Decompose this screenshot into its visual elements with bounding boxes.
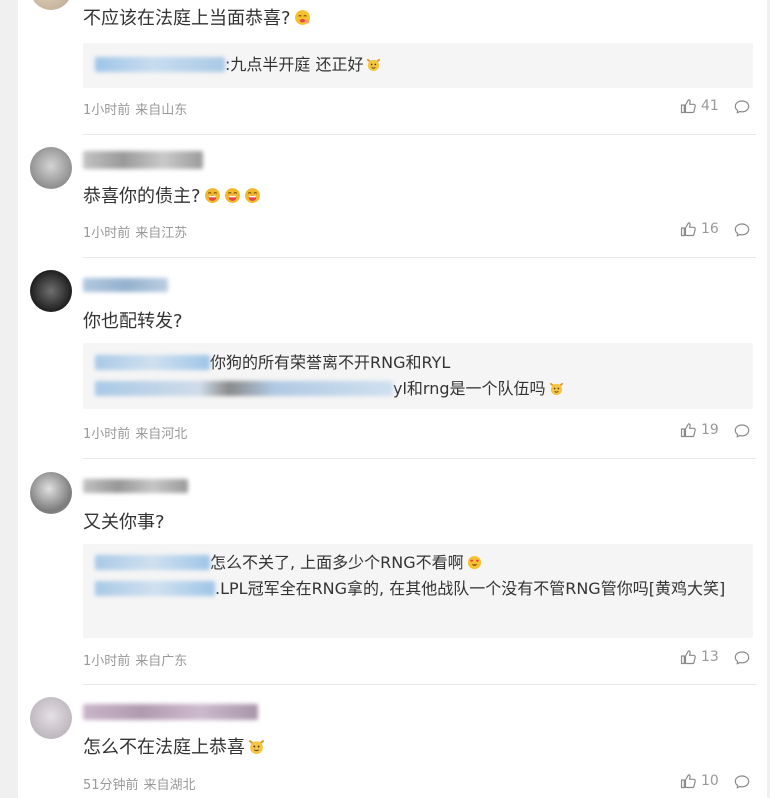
reply-username[interactable] — [95, 555, 210, 570]
comment-bubble-icon[interactable] — [734, 222, 750, 238]
user-avatar[interactable] — [30, 697, 72, 739]
reply-line: :九点半开庭 还正好 — [95, 54, 381, 76]
comment-text: 你也配转发? — [83, 311, 183, 332]
laughing-face-icon — [204, 187, 221, 204]
like-button[interactable]: 16 — [680, 221, 719, 237]
drooling-face-icon — [294, 9, 311, 26]
reply-username[interactable] — [95, 57, 225, 72]
reply-preview[interactable]: 你狗的所有荣誉离不开RNG和RYL yl和rng是一个队伍吗 — [83, 343, 753, 409]
laughing-face-icon — [244, 187, 261, 204]
comment-text: 怎么不在法庭上恭喜 — [83, 736, 265, 760]
comment-1: 不应该在法庭上当面恭喜? :九点半开庭 还正好 1小时前 来自山东 41 — [18, 0, 767, 134]
comment-bubble-icon[interactable] — [734, 650, 750, 666]
comment-meta: 1小时前 来自河北 — [83, 427, 188, 442]
dog-face-icon — [549, 381, 564, 396]
thumbs-up-icon — [680, 773, 696, 789]
like-count: 10 — [701, 773, 719, 789]
reply-line: 怎么不关了, 上面多少个RNG不看啊 — [95, 552, 482, 574]
reply-line: yl和rng是一个队伍吗 — [95, 378, 564, 400]
comment-2: 恭喜你的债主? 1小时前 来自江苏 16 — [18, 135, 767, 257]
like-count: 13 — [701, 649, 719, 665]
thumbs-up-icon — [680, 649, 696, 665]
reply-username[interactable] — [95, 355, 210, 370]
heart-eyes-face-icon — [467, 555, 482, 570]
comment-meta: 1小时前 来自山东 — [83, 103, 188, 118]
comment-bubble-icon[interactable] — [734, 774, 750, 790]
user-avatar[interactable] — [30, 472, 72, 514]
comment-meta: 1小时前 来自广东 — [83, 654, 188, 669]
user-avatar[interactable] — [30, 270, 72, 312]
like-count: 41 — [701, 98, 719, 114]
user-avatar[interactable] — [30, 0, 72, 10]
like-button[interactable]: 13 — [680, 649, 719, 665]
dog-face-icon — [248, 738, 265, 755]
comment-5: 怎么不在法庭上恭喜 51分钟前 来自湖北 10 — [18, 685, 767, 798]
thumbs-up-icon — [680, 422, 696, 438]
like-count: 19 — [701, 422, 719, 438]
reply-line: .LPL冠军全在RNG拿的, 在其他战队一个没有不管RNG管你吗[黄鸡大笑] — [95, 578, 740, 600]
like-button[interactable]: 19 — [680, 422, 719, 438]
comment-text: 不应该在法庭上当面恭喜? — [83, 7, 311, 31]
reply-username[interactable] — [95, 581, 215, 596]
comment-text: 又关你事? — [83, 512, 165, 533]
like-button[interactable]: 10 — [680, 773, 719, 789]
comment-meta: 51分钟前 来自湖北 — [83, 778, 196, 793]
thumbs-up-icon — [680, 221, 696, 237]
reply-username[interactable] — [95, 381, 393, 396]
reply-preview[interactable]: :九点半开庭 还正好 — [83, 43, 753, 88]
comment-3: 你也配转发? 你狗的所有荣誉离不开RNG和RYL yl和rng是一个队伍吗 1小… — [18, 258, 767, 458]
thumbs-up-icon — [680, 98, 696, 114]
user-name[interactable] — [83, 704, 258, 720]
reply-preview[interactable]: 怎么不关了, 上面多少个RNG不看啊 .LPL冠军全在RNG拿的, 在其他战队一… — [83, 544, 753, 638]
comment-bubble-icon[interactable] — [734, 423, 750, 439]
left-gutter — [0, 0, 18, 798]
comment-4: 又关你事? 怎么不关了, 上面多少个RNG不看啊 .LPL冠军全在RNG拿的, … — [18, 459, 767, 684]
user-name[interactable] — [83, 479, 188, 493]
comment-bubble-icon[interactable] — [734, 99, 750, 115]
laughing-face-icon — [224, 187, 241, 204]
comment-text: 恭喜你的债主? — [83, 185, 261, 209]
like-count: 16 — [701, 221, 719, 237]
user-name[interactable] — [83, 278, 168, 292]
reply-line: 你狗的所有荣誉离不开RNG和RYL — [95, 352, 450, 374]
dog-face-icon — [366, 57, 381, 72]
comment-meta: 1小时前 来自江苏 — [83, 226, 188, 241]
like-button[interactable]: 41 — [680, 98, 719, 114]
user-name[interactable] — [83, 151, 203, 169]
user-avatar[interactable] — [30, 147, 72, 189]
